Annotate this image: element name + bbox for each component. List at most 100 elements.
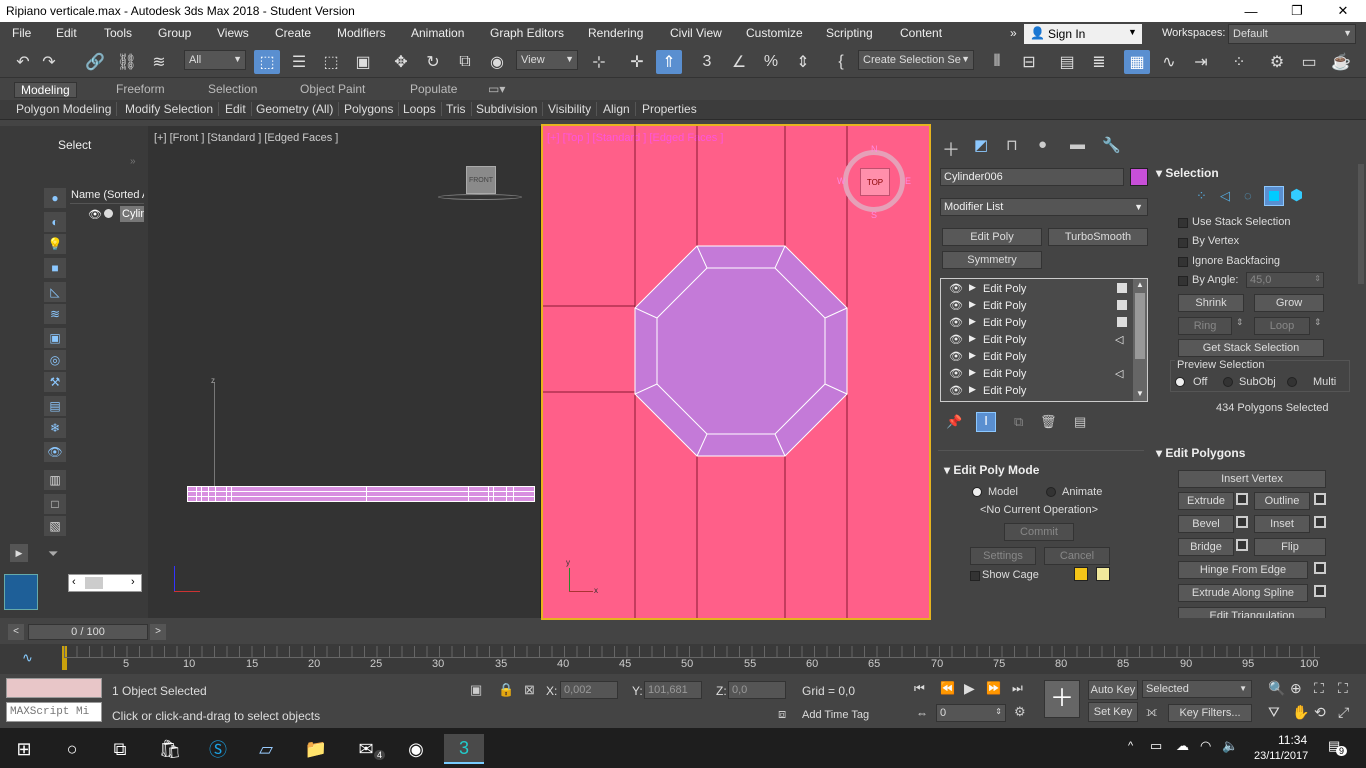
previous-key-icon[interactable]: ⏪	[940, 681, 955, 695]
preview-off-radio[interactable]	[1175, 377, 1185, 387]
menu-tools[interactable]: Tools	[104, 26, 132, 40]
bridge-button[interactable]: Bridge	[1178, 538, 1234, 556]
use-stack-selection-checkbox[interactable]	[1178, 218, 1188, 228]
render-frame-icon[interactable]: ▭	[1296, 50, 1322, 74]
absolute-mode-icon[interactable]: ⊠	[524, 682, 535, 698]
display-hidden-icon[interactable]: 👁	[44, 442, 66, 462]
expand-arrow-icon[interactable]: ▶	[969, 350, 976, 361]
set-key-button[interactable]: Set Key	[1088, 702, 1138, 722]
percent-snap-icon[interactable]: %	[758, 50, 784, 74]
select-object-icon[interactable]: ⬚	[254, 50, 280, 74]
maxscript-listener-output[interactable]	[6, 678, 102, 698]
expand-arrow-icon[interactable]: ▶	[969, 299, 976, 310]
chrome-icon[interactable]: ◉	[396, 734, 436, 764]
remove-modifier-icon[interactable]: 🗑	[1040, 414, 1057, 430]
orbit-icon[interactable]: ⟲	[1314, 704, 1326, 721]
show-hidden-icons-icon[interactable]: ^	[1128, 740, 1133, 752]
cage-selected-color-swatch[interactable]	[1096, 567, 1110, 581]
display-frozen-icon[interactable]: ❄	[44, 418, 66, 438]
render-icon[interactable]: ☕	[1328, 50, 1354, 74]
show-cage-checkbox[interactable]	[970, 571, 980, 581]
windows-start-icon[interactable]: ⊞	[4, 734, 44, 764]
eye-icon[interactable]: 👁	[949, 316, 963, 329]
display-all-icon[interactable]: ▥	[44, 470, 66, 490]
create-tab-icon[interactable]: ＋	[942, 136, 960, 162]
scene-explorer-icon[interactable]: ▤	[1054, 50, 1080, 74]
time-configuration-icon[interactable]: ⚙	[1014, 704, 1026, 720]
volume-icon[interactable]: 🔈	[1222, 738, 1238, 754]
menu-more[interactable]: »	[1010, 26, 1017, 40]
add-time-tag-button[interactable]: Add Time Tag	[802, 709, 869, 721]
angle-spinner[interactable]: 45,0 ⇕	[1246, 272, 1324, 288]
hierarchy-tab-icon[interactable]: ⊓	[1006, 136, 1018, 154]
eye-icon[interactable]: 👁	[88, 208, 102, 221]
object-state-icon[interactable]	[104, 209, 113, 218]
ring-button[interactable]: Ring	[1178, 317, 1232, 335]
reference-coordinate-dropdown[interactable]: View ▼	[516, 50, 578, 70]
schematic-view-icon[interactable]: ⇥	[1188, 50, 1214, 74]
turbosmooth-button[interactable]: TurboSmooth	[1048, 228, 1148, 246]
field-of-view-icon[interactable]: ⛛	[1268, 704, 1280, 721]
edit-polygons-title[interactable]: ▾ Edit Polygons	[1156, 446, 1245, 460]
expand-arrow-icon[interactable]: ▶	[969, 367, 976, 378]
inset-settings-icon[interactable]	[1314, 516, 1326, 528]
scroll-up-icon[interactable]: ▲	[1136, 280, 1144, 289]
display-tab-icon[interactable]: ▬	[1070, 136, 1085, 153]
bind-space-warp-icon[interactable]: ≋	[146, 50, 172, 74]
stack-item[interactable]: 👁 ▶ Edit Poly	[943, 281, 1133, 298]
clock-time[interactable]: 11:34	[1278, 733, 1307, 747]
store-icon[interactable]: 🛍	[150, 734, 190, 764]
align-icon[interactable]: ⊟	[1016, 50, 1042, 74]
material-editor-icon[interactable]: ⁘	[1226, 50, 1252, 74]
selection-filter-dropdown[interactable]: All ▼	[184, 50, 246, 70]
stack-item[interactable]: 👁 ▶ Edit Poly	[943, 315, 1133, 332]
tab-selection[interactable]: Selection	[208, 82, 257, 96]
key-filters-button[interactable]: Key Filters...	[1168, 704, 1252, 722]
outline-settings-icon[interactable]	[1314, 493, 1326, 505]
object-color-swatch[interactable]	[1130, 168, 1148, 186]
panel-edit[interactable]: Edit	[225, 102, 252, 116]
current-frame-field[interactable]: 0 ⇕	[936, 704, 1006, 722]
make-unique-icon[interactable]: ⧉	[1014, 414, 1023, 430]
maxscript-mini-listener[interactable]: MAXScript Mi	[6, 702, 102, 722]
hinge-settings-icon[interactable]	[1314, 562, 1326, 574]
time-slider-thumb[interactable]: 0 / 100	[28, 624, 148, 640]
eye-icon[interactable]: 👁	[949, 384, 963, 397]
ring-spinner-icon[interactable]: ⇕	[1236, 317, 1244, 328]
layer-explorer-toggle[interactable]	[4, 574, 38, 610]
time-config-arrows-icon[interactable]: ⇔	[916, 706, 928, 720]
rotate-icon[interactable]: ↻	[420, 50, 446, 74]
spinner-snap-icon[interactable]: ⇕	[790, 50, 816, 74]
outline-button[interactable]: Outline	[1254, 492, 1310, 510]
panel-subdivision[interactable]: Subdivision	[476, 102, 544, 116]
pin-stack-icon[interactable]: 📌	[946, 414, 962, 430]
rectangular-selection-icon[interactable]: ⬚	[318, 50, 344, 74]
display-none-icon[interactable]: □	[44, 494, 66, 514]
display-spacewarps-icon[interactable]: ≋	[44, 304, 66, 324]
edit-poly-button[interactable]: Edit Poly	[942, 228, 1042, 246]
modifier-list-dropdown[interactable]: Modifier List ▼	[940, 198, 1148, 216]
scroll-right-icon[interactable]: ›	[131, 576, 135, 588]
tab-freeform[interactable]: Freeform	[116, 82, 165, 96]
menu-scripting[interactable]: Scripting	[826, 26, 873, 40]
edit-poly-mode-title[interactable]: ▾ Edit Poly Mode	[944, 463, 1039, 477]
menu-create[interactable]: Create	[275, 26, 311, 40]
panel-polygons[interactable]: Polygons	[344, 102, 400, 116]
wifi-icon[interactable]: ◠	[1200, 738, 1211, 754]
cortana-icon[interactable]: ○	[52, 734, 92, 764]
viewport-front-label[interactable]: [+] [Front ] [Standard ] [Edged Faces ]	[154, 132, 338, 144]
stack-item[interactable]: 👁 ▶ Edit Poly	[943, 349, 1133, 366]
menu-group[interactable]: Group	[158, 26, 191, 40]
unlink-icon[interactable]: ⛓	[114, 50, 140, 74]
flip-button[interactable]: Flip	[1254, 538, 1326, 556]
task-view-icon[interactable]: ⧉	[100, 734, 140, 764]
placement-icon[interactable]: ◉	[484, 50, 510, 74]
next-key-icon[interactable]: ⏩	[986, 681, 1001, 695]
skype-icon[interactable]: Ⓢ	[198, 734, 238, 764]
name-column-header[interactable]: Name (Sorted A	[70, 188, 144, 204]
motion-tab-icon[interactable]: ●	[1038, 136, 1047, 153]
by-vertex-checkbox[interactable]	[1178, 238, 1188, 248]
extrude-along-spline-button[interactable]: Extrude Along Spline	[1178, 584, 1308, 602]
stack-scrollbar[interactable]: ▲ ▼	[1133, 279, 1147, 401]
display-lights-icon[interactable]: 💡	[44, 234, 66, 254]
